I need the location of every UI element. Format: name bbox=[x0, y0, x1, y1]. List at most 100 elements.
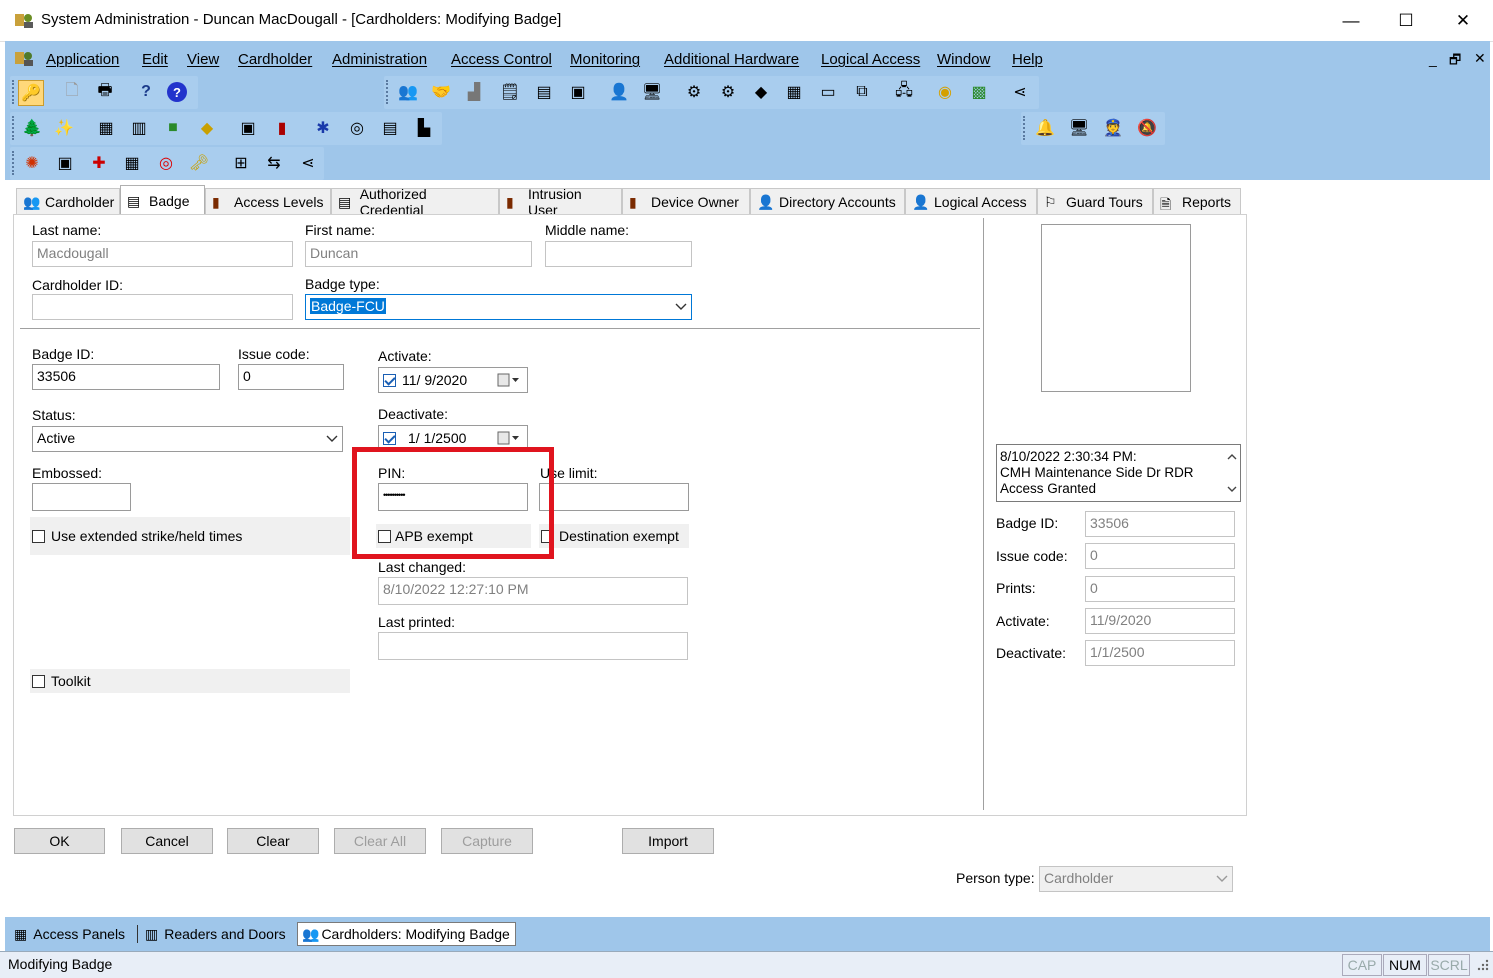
middle-name-field[interactable] bbox=[545, 241, 692, 267]
calendar-dropdown-icon[interactable] bbox=[497, 373, 521, 387]
side-issue-code-field[interactable]: 0 bbox=[1085, 543, 1235, 569]
cardholders-icon[interactable]: 👥 bbox=[396, 80, 420, 104]
list-builder-icon[interactable]: ◆ bbox=[749, 80, 773, 104]
window-tab-cardholders[interactable]: 👥 Cardholders: Modifying Badge bbox=[297, 922, 516, 946]
first-name-field[interactable]: Duncan bbox=[305, 241, 532, 267]
timezone-icon[interactable]: ◉ bbox=[933, 80, 957, 104]
menu-logical-access[interactable]: Logical Access bbox=[821, 51, 920, 68]
chevron-down-icon[interactable] bbox=[326, 431, 338, 445]
fire-icon[interactable]: ✺ bbox=[20, 151, 44, 175]
tab-device-owner[interactable]: ▮ Device Owner bbox=[622, 188, 750, 214]
relay-icon[interactable]: ▣ bbox=[236, 116, 260, 140]
card-formats-icon[interactable]: ▤ bbox=[532, 80, 556, 104]
tab-access-levels[interactable]: ▮ Access Levels bbox=[205, 188, 331, 214]
ok-button[interactable]: OK bbox=[14, 828, 105, 854]
hierarchy-icon[interactable]: ⊞ bbox=[229, 151, 253, 175]
chevron-down-icon[interactable] bbox=[1216, 871, 1228, 885]
last-name-field[interactable]: Macdougall bbox=[32, 241, 293, 267]
issue-code-field[interactable]: 0 bbox=[238, 364, 344, 390]
side-activate-field[interactable]: 11/9/2020 bbox=[1085, 608, 1235, 634]
wand-icon[interactable]: ✨ bbox=[52, 116, 76, 140]
toolkit-checkbox[interactable] bbox=[32, 674, 45, 688]
menu-application[interactable]: Application bbox=[46, 51, 119, 68]
tab-logical-access[interactable]: 👤 Logical Access bbox=[905, 188, 1037, 214]
extended-strike-checkbox-row[interactable]: Use extended strike/held times bbox=[32, 528, 242, 544]
extended-strike-checkbox[interactable] bbox=[32, 529, 45, 543]
menu-view[interactable]: View bbox=[187, 51, 219, 68]
assets-icon[interactable]: ▟ bbox=[462, 80, 486, 104]
cardholder-tool-icon[interactable]: 🔑 bbox=[18, 80, 44, 106]
alarm-monitor-icon[interactable]: 🖥 bbox=[1067, 116, 1091, 140]
last-event-box[interactable]: 8/10/2022 2:30:34 PM: CMH Maintenance Si… bbox=[996, 444, 1241, 502]
tab-badge[interactable]: ▤ Badge bbox=[120, 185, 205, 215]
embossed-field[interactable] bbox=[32, 483, 131, 511]
guard-icon[interactable]: 👮 bbox=[1101, 116, 1125, 140]
visits-icon[interactable]: 🤝 bbox=[429, 80, 453, 104]
firewall-icon[interactable]: ✱ bbox=[311, 116, 335, 140]
tab-authorized-credential[interactable]: ▤ Authorized Credential bbox=[331, 186, 499, 218]
mdi-restore-button[interactable]: 🗗 bbox=[1449, 51, 1461, 73]
access-panels-icon[interactable]: ▦ bbox=[94, 116, 118, 140]
calendar-icon[interactable]: ▦ bbox=[120, 151, 144, 175]
toolbar-grip[interactable] bbox=[12, 151, 18, 175]
use-limit-field[interactable] bbox=[539, 483, 689, 511]
clear-button[interactable]: Clear bbox=[227, 828, 319, 854]
close-button[interactable]: ✕ bbox=[1440, 6, 1486, 36]
share-icon[interactable]: ⋖ bbox=[1008, 80, 1032, 104]
menu-edit[interactable]: Edit bbox=[142, 51, 168, 68]
menu-monitoring[interactable]: Monitoring bbox=[570, 51, 640, 68]
holidays-icon[interactable]: ▩ bbox=[967, 80, 991, 104]
toolbar-grip[interactable] bbox=[386, 80, 392, 104]
help-icon[interactable]: ? bbox=[134, 80, 158, 104]
menu-additional-hardware[interactable]: Additional Hardware bbox=[664, 51, 799, 68]
clear-all-button[interactable]: Clear All bbox=[334, 828, 426, 854]
ip-camera-icon[interactable]: ▤ bbox=[378, 116, 402, 140]
segments-icon[interactable]: ⚙ bbox=[716, 80, 740, 104]
side-prints-field[interactable]: 0 bbox=[1085, 576, 1235, 602]
tab-cardholder[interactable]: 👥 Cardholder bbox=[16, 188, 120, 214]
label-icon[interactable]: ▭ bbox=[816, 80, 840, 104]
users-icon[interactable]: 👤 bbox=[607, 80, 631, 104]
layouts-icon[interactable]: ▣ bbox=[566, 80, 590, 104]
print-icon[interactable]: 🖶 bbox=[93, 80, 117, 104]
tab-directory-accounts[interactable]: 👤 Directory Accounts bbox=[750, 188, 905, 214]
mdi-close-button[interactable]: ✕ bbox=[1474, 50, 1486, 67]
alarm-bell-icon[interactable]: 🔔 bbox=[1033, 116, 1057, 140]
system-tree-icon[interactable]: 🌲 bbox=[20, 116, 44, 140]
person-type-select[interactable]: Cardholder bbox=[1039, 866, 1233, 892]
side-deactivate-field[interactable]: 1/1/2500 bbox=[1085, 640, 1235, 666]
menu-access-control[interactable]: Access Control bbox=[451, 51, 552, 68]
tab-intrusion-user[interactable]: ▮ Intrusion User bbox=[499, 186, 622, 218]
chevron-down-icon[interactable] bbox=[675, 299, 687, 313]
import-button[interactable]: Import bbox=[622, 828, 714, 854]
window-tab-access-panels[interactable]: ▦ Access Panels bbox=[10, 922, 136, 946]
window-tab-readers-doors[interactable]: ▥ Readers and Doors bbox=[141, 922, 295, 946]
add-person-icon[interactable]: ✚ bbox=[87, 151, 111, 175]
activate-checkbox[interactable] bbox=[383, 373, 396, 387]
readers-icon[interactable]: ▥ bbox=[127, 116, 151, 140]
connect-icon[interactable]: ⋖ bbox=[296, 151, 320, 175]
tab-guard-tours[interactable]: ⚐ Guard Tours bbox=[1037, 188, 1153, 214]
acknowledge-icon[interactable]: 🔕 bbox=[1135, 116, 1159, 140]
photo-frame[interactable] bbox=[1041, 224, 1191, 392]
toolbar-grip[interactable] bbox=[12, 116, 18, 140]
menu-cardholder[interactable]: Cardholder bbox=[238, 51, 312, 68]
status-select[interactable]: Active bbox=[32, 426, 343, 452]
menu-window[interactable]: Window bbox=[937, 51, 990, 68]
menu-help[interactable]: Help bbox=[1012, 51, 1043, 68]
badge-reader-icon[interactable]: ▣ bbox=[53, 151, 77, 175]
door-icon[interactable]: ▮ bbox=[270, 116, 294, 140]
tab-reports[interactable]: 🗎 Reports bbox=[1153, 188, 1241, 214]
badge-type-select[interactable]: Badge-FCU bbox=[305, 294, 692, 320]
html-icon[interactable]: ⧉ bbox=[850, 80, 874, 104]
toolkit-checkbox-row[interactable]: Toolkit bbox=[32, 673, 91, 689]
menu-administration[interactable]: Administration bbox=[332, 51, 427, 68]
card-format-icon[interactable]: ▦ bbox=[782, 80, 806, 104]
network-icon[interactable]: 🖧 bbox=[892, 80, 916, 104]
toolbar-grip[interactable] bbox=[1023, 116, 1029, 140]
system-options-icon[interactable]: ⚙ bbox=[682, 80, 706, 104]
keys-icon[interactable]: 🗝 bbox=[187, 151, 211, 175]
activate-date-picker[interactable]: 11/ 9/2020 bbox=[378, 367, 528, 393]
move-icon[interactable]: ⇆ bbox=[262, 151, 286, 175]
last-changed-field[interactable]: 8/10/2022 12:27:10 PM bbox=[378, 577, 688, 605]
